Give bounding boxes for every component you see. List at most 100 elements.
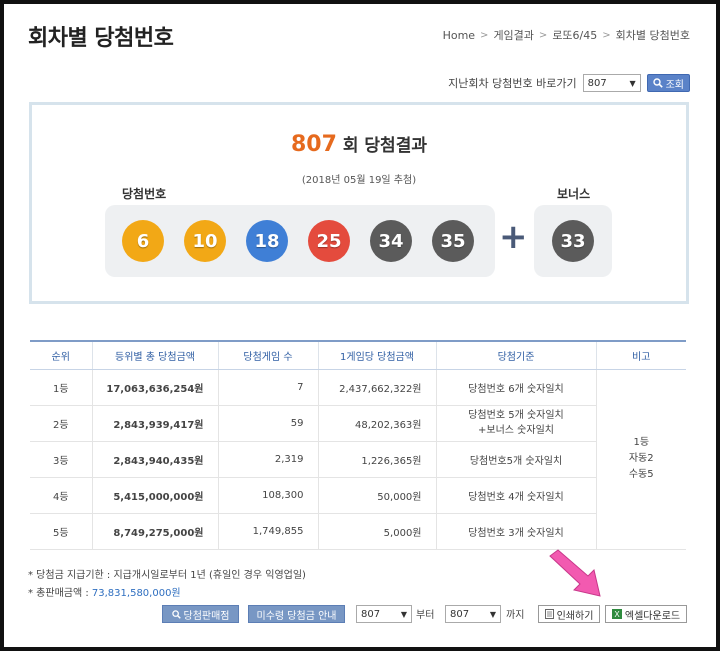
round-select-value: 807 (587, 77, 607, 89)
col-note: 비고 (595, 340, 686, 370)
breadcrumb-lotto[interactable]: 로또6/45 (552, 27, 597, 43)
plus-icon: + (499, 217, 528, 257)
cell-total: 8,749,275,000원 (91, 513, 218, 550)
excel-download-button[interactable]: X 엑셀다운로드 (605, 605, 687, 623)
cell-total: 2,843,939,417원 (91, 405, 218, 442)
cell-criteria: 당첨번호 6개 숫자일치 (435, 369, 596, 406)
cell-per-game: 50,000원 (317, 477, 436, 514)
col-rank: 순위 (30, 340, 92, 370)
col-per-game: 1게임당 당첨금액 (317, 340, 436, 370)
total-sales-note: * 총판매금액 : 73,831,580,000원 (28, 584, 181, 599)
cell-total: 2,843,940,435원 (91, 441, 218, 478)
note-line: 수동5 (628, 469, 654, 480)
svg-text:X: X (614, 610, 620, 619)
criteria-line: +보너스 숫자일치 (478, 425, 554, 436)
ball-1: 6 (122, 220, 164, 262)
round-jump: 지난회차 당첨번호 바로가기 807 ▼ 조회 (448, 74, 690, 92)
caret-down-icon: ▼ (629, 78, 636, 88)
cell-per-game: 5,000원 (317, 513, 436, 550)
round-jump-label: 지난회차 당첨번호 바로가기 (448, 77, 577, 90)
unclaimed-prize-button[interactable]: 미수령 당첨금 안내 (248, 605, 345, 623)
round-suffix: 회 당첨결과 (342, 136, 427, 156)
ball-6: 35 (432, 220, 474, 262)
excel-icon: X (611, 609, 622, 619)
search-button[interactable]: 조회 (646, 74, 690, 92)
from-round-value: 807 (361, 608, 381, 620)
result-panel: 807 회 당첨결과 (2018년 05월 19일 추첨) 당첨번호 보너스 6… (29, 102, 689, 304)
breadcrumb: Home > 게임결과 > 로또6/45 > 회차별 당첨번호 (443, 27, 690, 43)
winning-numbers-label: 당첨번호 (122, 187, 167, 201)
round-select[interactable]: 807 ▼ (582, 74, 641, 92)
cell-rank: 4등 (30, 477, 92, 514)
cell-per-game: 2,437,662,322원 (317, 369, 436, 406)
search-icon (171, 609, 181, 619)
cell-rank: 3등 (30, 441, 92, 478)
table-row: 2등 2,843,939,417원 59 48,202,363원 당첨번호 5개… (30, 405, 686, 442)
cell-total: 17,063,636,254원 (91, 369, 218, 406)
caret-down-icon: ▼ (489, 609, 496, 619)
excel-download-label: 엑셀다운로드 (624, 610, 681, 622)
breadcrumb-home[interactable]: Home (443, 29, 475, 42)
col-total: 등위별 총 당첨금액 (91, 340, 218, 370)
cell-count: 59 (217, 405, 318, 442)
chevron-right-icon: > (480, 29, 489, 41)
cell-total: 5,415,000,000원 (91, 477, 218, 514)
table-header-row: 순위 등위별 총 당첨금액 당첨게임 수 1게임당 당첨금액 당첨기준 비고 (30, 340, 686, 370)
caret-down-icon: ▼ (400, 609, 407, 619)
note-line: 자동2 (628, 453, 654, 464)
cell-rank: 2등 (30, 405, 92, 442)
search-icon (652, 78, 663, 88)
cell-per-game: 1,226,365원 (317, 441, 436, 478)
draw-date: (2018년 05월 19일 추첨) (301, 175, 417, 186)
winning-stores-button[interactable]: 당첨판매점 (162, 605, 239, 623)
col-count: 당첨게임 수 (217, 340, 318, 370)
ball-4: 25 (308, 220, 350, 262)
bonus-label: 보너스 (557, 187, 591, 201)
print-button-label: 인쇄하기 (556, 610, 594, 622)
chevron-right-icon: > (602, 29, 611, 41)
to-label: 까지 (506, 610, 525, 621)
round-number: 807 (291, 132, 337, 157)
breadcrumb-current: 회차별 당첨번호 (615, 29, 690, 42)
chevron-right-icon: > (538, 29, 548, 41)
document-icon (544, 609, 554, 619)
cell-criteria: 당첨번호 5개 숫자일치 +보너스 숫자일치 (435, 405, 596, 442)
table-row: 4등 5,415,000,000원 108,300 50,000원 당첨번호 4… (30, 477, 686, 514)
table-row: 5등 8,749,275,000원 1,749,855 5,000원 당첨번호 … (30, 513, 686, 550)
prize-table: 순위 등위별 총 당첨금액 당첨게임 수 1게임당 당첨금액 당첨기준 비고 1… (30, 340, 686, 550)
cell-count: 2,319 (217, 441, 318, 478)
col-criteria: 당첨기준 (435, 340, 596, 370)
table-row: 3등 2,843,940,435원 2,319 1,226,365원 당첨번호5… (30, 441, 686, 478)
cell-note: 1등 자동2 수동5 (595, 369, 686, 550)
to-round-select[interactable]: 807 ▼ (445, 605, 501, 623)
pink-arrow-icon (549, 549, 601, 597)
from-round-select[interactable]: 807 ▼ (356, 605, 412, 623)
to-round-value: 807 (450, 608, 470, 620)
total-sales-value: 73,831,580,000원 (91, 588, 181, 599)
cell-per-game: 48,202,363원 (317, 405, 436, 442)
criteria-line: 당첨번호 5개 숫자일치 (468, 410, 564, 421)
cell-count: 7 (217, 369, 318, 406)
table-row: 1등 17,063,636,254원 7 2,437,662,322원 당첨번호… (30, 369, 686, 550)
bonus-ball: 33 (552, 220, 594, 262)
search-button-label: 조회 (665, 79, 684, 91)
cell-criteria: 당첨번호 3개 숫자일치 (435, 513, 596, 550)
cell-count: 1,749,855 (217, 513, 318, 550)
cell-criteria: 당첨번호 4개 숫자일치 (435, 477, 596, 514)
note-line: 1등 (633, 437, 650, 448)
cell-rank: 5등 (30, 513, 92, 550)
ball-5: 34 (370, 220, 412, 262)
page-title: 회차별 당첨번호 (28, 26, 174, 51)
window-frame (0, 0, 720, 651)
print-button[interactable]: 인쇄하기 (538, 605, 600, 623)
cell-criteria: 당첨번호5개 숫자일치 (435, 441, 596, 478)
cell-count: 108,300 (217, 477, 318, 514)
total-sales-label: * 총판매금액 : (28, 588, 92, 599)
ball-3: 18 (246, 220, 288, 262)
payout-deadline-note: * 당첨금 지급기한 : 지급개시일로부터 1년 (휴일인 경우 익영업일) (28, 570, 306, 581)
result-title: 807 회 당첨결과 (32, 131, 686, 157)
cell-rank: 1등 (30, 369, 92, 406)
winning-stores-label: 당첨판매점 (183, 610, 230, 622)
from-label: 부터 (416, 610, 435, 621)
breadcrumb-game-result[interactable]: 게임결과 (493, 27, 533, 43)
